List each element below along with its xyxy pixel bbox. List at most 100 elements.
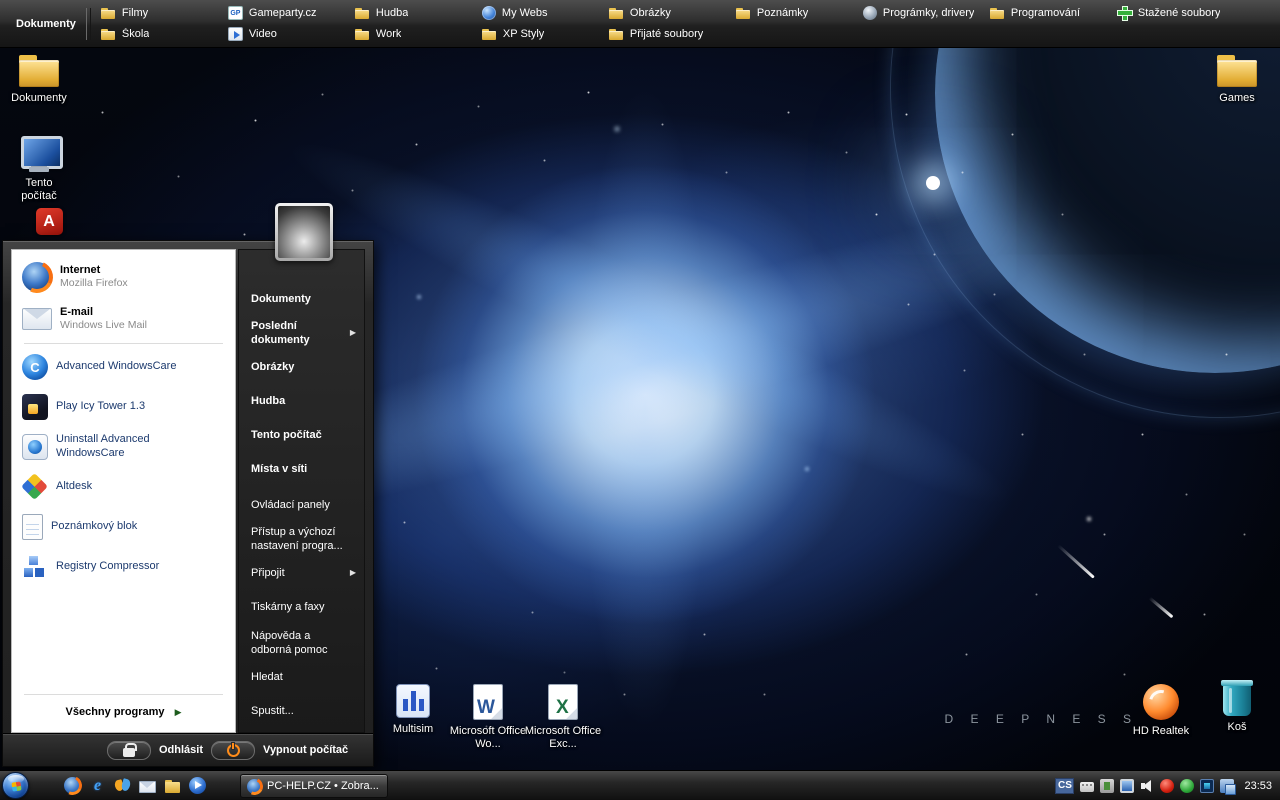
start-menu-item-posledni-dokumenty[interactable]: Poslední dokumenty [251, 316, 356, 350]
desktop-icon-games[interactable]: Games [1198, 54, 1276, 105]
internet-explorer-icon[interactable] [89, 777, 106, 794]
desktop-icon-label: Microsoft Office Wo... [449, 725, 527, 751]
desktop-icon-kos[interactable]: Koš [1198, 684, 1276, 734]
toolbar-item-skola[interactable]: Škola [99, 24, 226, 45]
toolbar-item-prijate-soubory[interactable]: Přijaté soubory [607, 24, 734, 45]
menu-divider [24, 343, 223, 344]
taskbar: PC-HELP.CZ • Zobra... CS 23:53 [0, 770, 1280, 800]
firefox-icon[interactable] [64, 777, 81, 794]
desktop-icon-tento-pocitac[interactable]: Tento počítač [0, 136, 78, 203]
toolbar-item-my-webs[interactable]: My Webs [480, 3, 607, 24]
msn-icon[interactable] [114, 777, 131, 794]
start-menu-item-hledat[interactable]: Hledat [251, 660, 356, 694]
toolbar-item-label: My Webs [502, 7, 548, 19]
toolbar-item-label: Gameparty.cz [249, 7, 317, 19]
start-menu-item-dokumenty[interactable]: Dokumenty [251, 282, 356, 316]
toolbar-grip[interactable] [86, 8, 91, 40]
all-programs-button[interactable]: Všechny programy [16, 698, 231, 726]
realtek-audio-icon [1143, 684, 1179, 720]
logoff-button[interactable] [107, 741, 151, 760]
mail-icon[interactable] [139, 781, 156, 793]
start-item-advanced-windowscare[interactable]: Advanced WindowsCare [16, 347, 231, 387]
start-menu-item-obrazky[interactable]: Obrázky [251, 350, 356, 384]
toolbar-item-label: Hudba [376, 7, 408, 19]
language-indicator[interactable]: CS [1055, 778, 1074, 794]
desktop-icon-word[interactable]: Microsoft Office Wo... [449, 684, 527, 751]
toolbar-item-gameparty[interactable]: Gameparty.cz [226, 3, 353, 24]
toolbar-item-programky-drivery[interactable]: Prográmky, drivery [861, 3, 988, 24]
user-avatar[interactable] [275, 203, 333, 261]
recycle-bin-icon [1223, 684, 1251, 716]
start-item-altdesk[interactable]: Altdesk [16, 467, 231, 507]
start-item-icy-tower[interactable]: Play Icy Tower 1.3 [16, 387, 231, 427]
desktop-icon-hd-realtek[interactable]: HD Realtek [1122, 684, 1200, 738]
start-item-registry-compressor[interactable]: Registry Compressor [16, 547, 231, 587]
volume-icon[interactable] [1140, 779, 1154, 793]
menu-divider [24, 694, 223, 695]
toolbar-item-filmy[interactable]: Filmy [99, 3, 226, 24]
start-item-poznamkovy-blok[interactable]: Poznámkový blok [16, 507, 231, 547]
wallpaper-light-beam [580, 88, 710, 728]
desktop-icon-multisim[interactable]: Multisim [374, 684, 452, 736]
altdesk-icon [22, 474, 48, 500]
toolbar-item-work[interactable]: Work [353, 24, 480, 45]
antivirus-icon[interactable] [1160, 779, 1174, 793]
toolbar-title[interactable]: Dokumenty [0, 18, 86, 30]
windowscare-icon [22, 354, 48, 380]
start-menu-item-napoveda[interactable]: Nápověda a odborná pomoc [251, 626, 356, 660]
quick-launch-bar [64, 771, 206, 800]
toolbar-item-programovani[interactable]: Programování [988, 3, 1115, 24]
toolbar-item-hudba[interactable]: Hudba [353, 3, 480, 24]
toolbar-item-stazene-soubory[interactable]: Stažené soubory [1115, 3, 1242, 24]
desktop-icon-label: Tento počítač [10, 177, 68, 203]
start-item-email[interactable]: E-mail Windows Live Mail [16, 298, 231, 340]
start-menu-item-pristup-a-vychozi[interactable]: Přístup a výchozí nastavení progra... [251, 522, 356, 556]
network-icon[interactable] [1220, 779, 1234, 793]
folder-icon [101, 6, 116, 20]
multisim-icon [396, 684, 430, 718]
desktop-icon-excel[interactable]: Microsoft Office Exc... [524, 684, 602, 751]
desktop-screen: Dokumenty Filmy Škola Gameparty.cz [0, 0, 1280, 800]
lcd-icon[interactable] [1200, 779, 1214, 793]
toolbar-item-label: Prográmky, drivery [883, 7, 974, 19]
toolbar-item-label: Poznámky [757, 7, 808, 19]
folder-icon[interactable] [164, 777, 181, 794]
messenger-icon[interactable] [1180, 779, 1194, 793]
start-menu-item-spustit[interactable]: Spustit... [251, 694, 356, 728]
taskbar-task-pchelp[interactable]: PC-HELP.CZ • Zobra... [240, 774, 388, 798]
toolbar-item-label: Filmy [122, 7, 148, 19]
toolbar-item-label: Programování [1011, 7, 1080, 19]
all-programs-label: Všechny programy [66, 706, 165, 718]
desktop-icon-adobe-reader[interactable] [10, 208, 88, 235]
start-menu-item-ovladaci-panely[interactable]: Ovládací panely [251, 488, 356, 522]
desktop-icon-dokumenty[interactable]: Dokumenty [0, 54, 78, 105]
start-menu-item-hudba[interactable]: Hudba [251, 384, 356, 418]
firefox-icon [22, 262, 52, 292]
start-item-internet[interactable]: Internet Mozilla Firefox [16, 256, 231, 298]
start-menu-item-tiskarny-a-faxy[interactable]: Tiskárny a faxy [251, 590, 356, 624]
toolbar-item-poznamky[interactable]: Poznámky [734, 3, 861, 24]
registry-icon [22, 554, 48, 580]
toolbar-item-obrazky[interactable]: Obrázky [607, 3, 734, 24]
shutdown-button[interactable] [211, 741, 255, 760]
user-avatar-image [278, 206, 330, 258]
start-menu-item-tento-pocitac[interactable]: Tento počítač [251, 418, 356, 452]
toolbar-item-xp-styly[interactable]: XP Styly [480, 24, 607, 45]
display-icon[interactable] [1120, 779, 1134, 793]
start-item-uninstall-windowscare[interactable]: Uninstall Advanced WindowsCare [16, 427, 231, 467]
keyboard-icon[interactable] [1080, 782, 1094, 792]
program-label: Play Icy Tower 1.3 [56, 400, 145, 414]
gameparty-icon [228, 6, 243, 20]
pinned-subtitle: Windows Live Mail [60, 319, 147, 332]
taskbar-clock[interactable]: 23:53 [1244, 780, 1276, 792]
toolbar-item-label: Přijaté soubory [630, 28, 703, 40]
media-player-icon[interactable] [189, 777, 206, 794]
usb-icon[interactable] [1100, 779, 1114, 793]
start-menu-right-panel: Dokumenty Poslední dokumenty Obrázky Hud… [238, 249, 365, 733]
start-menu-item-mista-v-siti[interactable]: Místa v síti [251, 452, 356, 486]
start-button[interactable] [2, 772, 29, 799]
toolbar-item-video[interactable]: Video [226, 24, 353, 45]
desktop-icon-label: Multisim [393, 723, 433, 736]
start-menu-item-pripojit[interactable]: Připojit [251, 556, 356, 590]
folder-icon [1216, 54, 1258, 87]
